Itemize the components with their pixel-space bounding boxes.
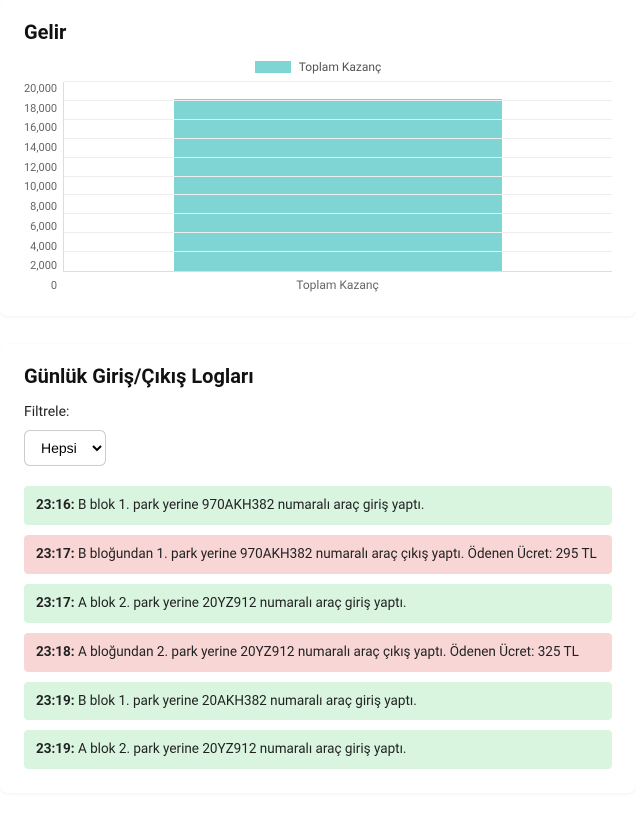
log-row: 23:19: B blok 1. park yerine 20AKH382 nu… <box>24 682 612 721</box>
y-tick-label: 0 <box>51 279 57 292</box>
y-tick-label: 12,000 <box>24 161 57 174</box>
log-row: 23:17: A blok 2. park yerine 20YZ912 num… <box>24 584 612 623</box>
log-text: A blok 2. park yerine 20YZ912 numaralı a… <box>75 741 407 757</box>
y-axis: 20,000 18,000 16,000 14,000 12,000 10,000 8,00… <box>24 82 63 292</box>
log-time: 23:17: <box>36 546 75 562</box>
log-text: B blok 1. park yerine 970AKH382 numaralı… <box>75 497 425 513</box>
bar-total <box>174 99 503 271</box>
income-title: Gelir <box>24 20 612 44</box>
log-text: A blok 2. park yerine 20YZ912 numaralı a… <box>75 595 407 611</box>
grid-line <box>64 157 612 158</box>
grid-line <box>64 194 612 195</box>
log-time: 23:17: <box>36 595 75 611</box>
log-time: 23:19: <box>36 693 75 709</box>
y-tick-label: 6,000 <box>30 220 57 233</box>
log-time: 23:18: <box>36 644 75 660</box>
y-tick-label: 8,000 <box>30 200 57 213</box>
y-tick-label: 14,000 <box>24 141 57 154</box>
chart: Toplam Kazanç 20,000 18,000 16,000 14,000 12… <box>24 60 612 292</box>
legend-swatch-icon <box>255 61 291 73</box>
grid-line <box>64 232 612 233</box>
filter-label: Filtrele: <box>24 404 612 420</box>
grid-line <box>64 138 612 139</box>
x-axis-category-label: Toplam Kazanç <box>63 278 612 292</box>
grid-line <box>64 251 612 252</box>
y-tick-label: 18,000 <box>24 102 57 115</box>
legend-label: Toplam Kazanç <box>299 60 382 74</box>
log-time: 23:16: <box>36 497 75 513</box>
log-text: B bloğundan 1. park yerine 970AKH382 num… <box>75 546 597 562</box>
log-text: A bloğundan 2. park yerine 20YZ912 numar… <box>75 644 579 660</box>
log-row: 23:16: B blok 1. park yerine 970AKH382 n… <box>24 486 612 525</box>
logs-title: Günlük Giriş/Çıkış Logları <box>24 364 612 388</box>
log-row: 23:18: A bloğundan 2. park yerine 20YZ91… <box>24 633 612 672</box>
income-card: Gelir Toplam Kazanç 20,000 18,000 16,000 14… <box>0 0 636 316</box>
grid-line <box>64 176 612 177</box>
y-tick-label: 10,000 <box>24 180 57 193</box>
chart-body: 20,000 18,000 16,000 14,000 12,000 10,000 8,00… <box>24 82 612 292</box>
log-row: 23:19: A blok 2. park yerine 20YZ912 num… <box>24 730 612 769</box>
grid-line <box>64 213 612 214</box>
log-text: B blok 1. park yerine 20AKH382 numaralı … <box>75 693 417 709</box>
filter-select[interactable]: Hepsi <box>24 430 106 466</box>
log-list: 23:16: B blok 1. park yerine 970AKH382 n… <box>24 486 612 769</box>
y-tick-label: 4,000 <box>30 240 57 253</box>
y-tick-label: 2,000 <box>30 259 57 272</box>
log-row: 23:17: B bloğundan 1. park yerine 970AKH… <box>24 535 612 574</box>
plot-column: Toplam Kazanç <box>63 82 612 292</box>
grid-line <box>64 81 612 82</box>
y-tick-label: 20,000 <box>24 82 57 95</box>
grid-line <box>64 100 612 101</box>
plot-area <box>63 82 612 272</box>
logs-card: Günlük Giriş/Çıkış Logları Filtrele: Hep… <box>0 344 636 793</box>
grid-line <box>64 119 612 120</box>
y-tick-label: 16,000 <box>24 121 57 134</box>
chart-legend: Toplam Kazanç <box>24 60 612 74</box>
log-time: 23:19: <box>36 741 75 757</box>
